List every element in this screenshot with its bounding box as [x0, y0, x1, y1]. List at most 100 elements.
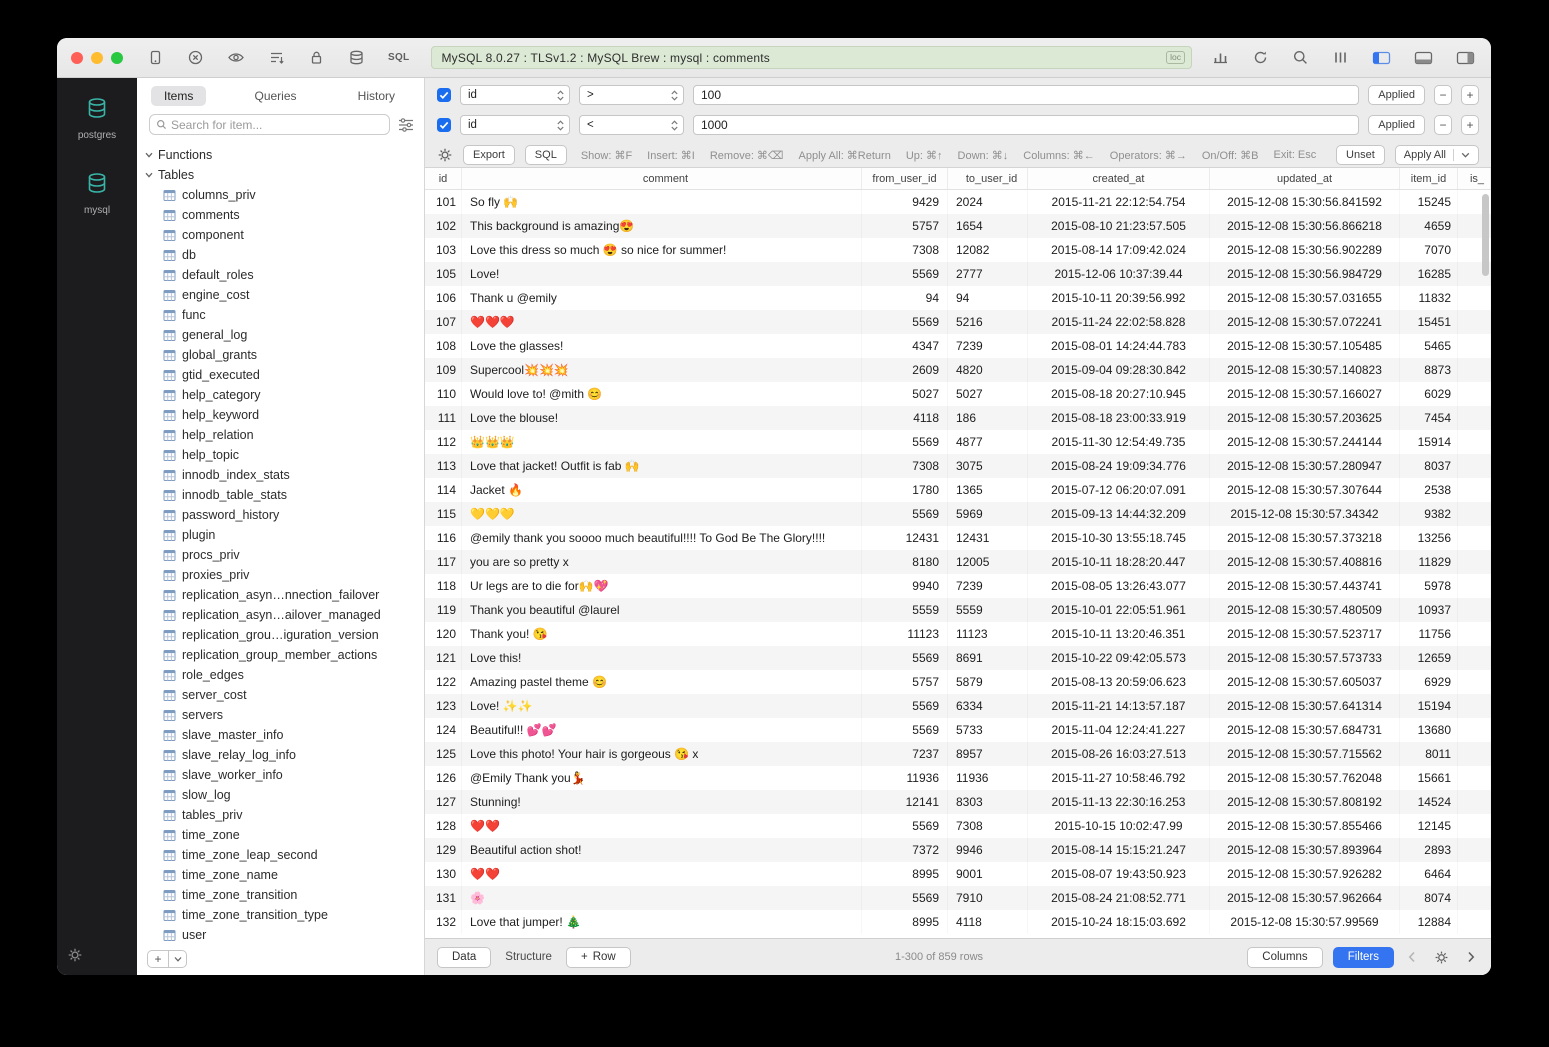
sql-button[interactable]: SQL — [525, 145, 567, 165]
table-row[interactable]: 113Love that jacket! Outfit is fab 🙌7308… — [425, 454, 1491, 478]
table-row[interactable]: 115💛💛💛556959692015-09-13 14:44:32.209201… — [425, 502, 1491, 526]
cell-comment[interactable]: Love that jacket! Outfit is fab 🙌 — [462, 454, 862, 478]
item-search-input[interactable] — [171, 118, 383, 132]
cell-from_user_id[interactable]: 8180 — [862, 550, 948, 574]
cell-is_[interactable] — [1458, 646, 1491, 670]
cell-is_[interactable] — [1458, 622, 1491, 646]
table-row[interactable]: 117you are so pretty x8180120052015-10-1… — [425, 550, 1491, 574]
cell-created_at[interactable]: 2015-08-18 20:27:10.945 — [1028, 382, 1210, 406]
sidebar-item-replication_asyn…ailover_managed[interactable]: replication_asyn…ailover_managed — [137, 605, 424, 625]
sidebar-item-time_zone_leap_second[interactable]: time_zone_leap_second — [137, 845, 424, 865]
cell-id[interactable]: 122 — [425, 670, 462, 694]
cell-from_user_id[interactable]: 5569 — [862, 262, 948, 286]
vertical-scrollbar[interactable] — [1482, 194, 1489, 276]
cell-to_user_id[interactable]: 12005 — [948, 550, 1028, 574]
cell-to_user_id[interactable]: 2024 — [948, 190, 1028, 214]
disconnect-icon[interactable] — [187, 49, 204, 66]
tab-items[interactable]: Items — [151, 86, 206, 106]
cell-created_at[interactable]: 2015-10-30 13:55:18.745 — [1028, 526, 1210, 550]
cell-updated_at[interactable]: 2015-12-08 15:30:56.902289 — [1210, 238, 1400, 262]
cell-comment[interactable]: Love this photo! Your hair is gorgeous 😘… — [462, 742, 862, 766]
cell-from_user_id[interactable]: 7308 — [862, 454, 948, 478]
cell-from_user_id[interactable]: 7308 — [862, 238, 948, 262]
cell-updated_at[interactable]: 2015-12-08 15:30:56.866218 — [1210, 214, 1400, 238]
cell-comment[interactable]: Love this dress so much 😍 so nice for su… — [462, 238, 862, 262]
sidebar-item-slave_relay_log_info[interactable]: slave_relay_log_info — [137, 745, 424, 765]
cell-id[interactable]: 112 — [425, 430, 462, 454]
cell-updated_at[interactable]: 2015-12-08 15:30:57.307644 — [1210, 478, 1400, 502]
filter-value-input[interactable] — [693, 85, 1359, 105]
data-tab-button[interactable]: Data — [437, 947, 491, 968]
structure-tab-button[interactable]: Structure — [501, 951, 556, 963]
cell-updated_at[interactable]: 2015-12-08 15:30:56.984729 — [1210, 262, 1400, 286]
cell-comment[interactable]: Love the blouse! — [462, 406, 862, 430]
cell-is_[interactable] — [1458, 670, 1491, 694]
cell-created_at[interactable]: 2015-11-21 22:12:54.754 — [1028, 190, 1210, 214]
table-row[interactable]: 106Thank u @emily94942015-10-11 20:39:56… — [425, 286, 1491, 310]
cell-from_user_id[interactable]: 4347 — [862, 334, 948, 358]
cell-from_user_id[interactable]: 7372 — [862, 838, 948, 862]
column-header-item_id[interactable]: item_id — [1400, 168, 1458, 189]
cell-created_at[interactable]: 2015-09-04 09:28:30.842 — [1028, 358, 1210, 382]
add-filter-button[interactable]: + — [1461, 85, 1479, 105]
cell-item_id[interactable]: 10937 — [1400, 598, 1458, 622]
column-header-from_user_id[interactable]: from_user_id — [862, 168, 948, 189]
table-row[interactable]: 114Jacket 🔥178013652015-07-12 06:20:07.0… — [425, 478, 1491, 502]
table-row[interactable]: 119Thank you beautiful @laurel5559555920… — [425, 598, 1491, 622]
sidebar-item-procs_priv[interactable]: procs_priv — [137, 545, 424, 565]
sidebar-item-component[interactable]: component — [137, 225, 424, 245]
table-row[interactable]: 121Love this!556986912015-10-22 09:42:05… — [425, 646, 1491, 670]
cell-comment[interactable]: Thank you beautiful @laurel — [462, 598, 862, 622]
cell-comment[interactable]: ❤️❤️ — [462, 814, 862, 838]
sidebar-item-servers[interactable]: servers — [137, 705, 424, 725]
cell-to_user_id[interactable]: 9946 — [948, 838, 1028, 862]
sidebar-item-general_log[interactable]: general_log — [137, 325, 424, 345]
table-row[interactable]: 108Love the glasses!434772392015-08-01 1… — [425, 334, 1491, 358]
cell-updated_at[interactable]: 2015-12-08 15:30:57.715562 — [1210, 742, 1400, 766]
cell-comment[interactable]: you are so pretty x — [462, 550, 862, 574]
sidebar-item-engine_cost[interactable]: engine_cost — [137, 285, 424, 305]
cell-created_at[interactable]: 2015-11-27 10:58:46.792 — [1028, 766, 1210, 790]
cell-to_user_id[interactable]: 7910 — [948, 886, 1028, 910]
sidebar-item-role_edges[interactable]: role_edges — [137, 665, 424, 685]
table-row[interactable]: 109Supercool💥💥💥260948202015-09-04 09:28:… — [425, 358, 1491, 382]
cell-to_user_id[interactable]: 5027 — [948, 382, 1028, 406]
cell-id[interactable]: 128 — [425, 814, 462, 838]
cell-created_at[interactable]: 2015-08-13 20:59:06.623 — [1028, 670, 1210, 694]
cell-is_[interactable] — [1458, 766, 1491, 790]
cell-comment[interactable]: Beautiful action shot! — [462, 838, 862, 862]
sidebar-item-user[interactable]: user — [137, 925, 424, 943]
sidebar-item-replication_group_member_actions[interactable]: replication_group_member_actions — [137, 645, 424, 665]
cell-from_user_id[interactable]: 11123 — [862, 622, 948, 646]
cell-item_id[interactable]: 2893 — [1400, 838, 1458, 862]
cell-updated_at[interactable]: 2015-12-08 15:30:57.99569 — [1210, 910, 1400, 934]
cell-to_user_id[interactable]: 8303 — [948, 790, 1028, 814]
previous-page-button[interactable] — [1404, 951, 1420, 963]
table-row[interactable]: 130❤️❤️899590012015-08-07 19:43:50.92320… — [425, 862, 1491, 886]
cell-comment[interactable]: This background is amazing😍 — [462, 214, 862, 238]
sidebar-item-innodb_table_stats[interactable]: innodb_table_stats — [137, 485, 424, 505]
cell-id[interactable]: 113 — [425, 454, 462, 478]
cell-item_id[interactable]: 11756 — [1400, 622, 1458, 646]
connections-settings-gear-icon[interactable] — [67, 947, 83, 963]
cell-updated_at[interactable]: 2015-12-08 15:30:57.031655 — [1210, 286, 1400, 310]
chart-icon[interactable] — [1212, 49, 1229, 66]
cell-from_user_id[interactable]: 11936 — [862, 766, 948, 790]
cell-item_id[interactable]: 4659 — [1400, 214, 1458, 238]
table-row[interactable]: 125Love this photo! Your hair is gorgeou… — [425, 742, 1491, 766]
sidebar-item-time_zone_transition[interactable]: time_zone_transition — [137, 885, 424, 905]
sidebar-item-columns_priv[interactable]: columns_priv — [137, 185, 424, 205]
sql-window-icon[interactable]: SQL — [388, 52, 409, 63]
cell-is_[interactable] — [1458, 838, 1491, 862]
cell-updated_at[interactable]: 2015-12-08 15:30:57.641314 — [1210, 694, 1400, 718]
cell-item_id[interactable]: 5978 — [1400, 574, 1458, 598]
table-row[interactable]: 128❤️❤️556973082015-10-15 10:02:47.99201… — [425, 814, 1491, 838]
cell-comment[interactable]: Love the glasses! — [462, 334, 862, 358]
cell-updated_at[interactable]: 2015-12-08 15:30:57.605037 — [1210, 670, 1400, 694]
cell-from_user_id[interactable]: 5569 — [862, 694, 948, 718]
cell-created_at[interactable]: 2015-07-12 06:20:07.091 — [1028, 478, 1210, 502]
cell-id[interactable]: 120 — [425, 622, 462, 646]
cell-from_user_id[interactable]: 5757 — [862, 670, 948, 694]
device-icon[interactable] — [147, 49, 164, 66]
cell-to_user_id[interactable]: 6334 — [948, 694, 1028, 718]
